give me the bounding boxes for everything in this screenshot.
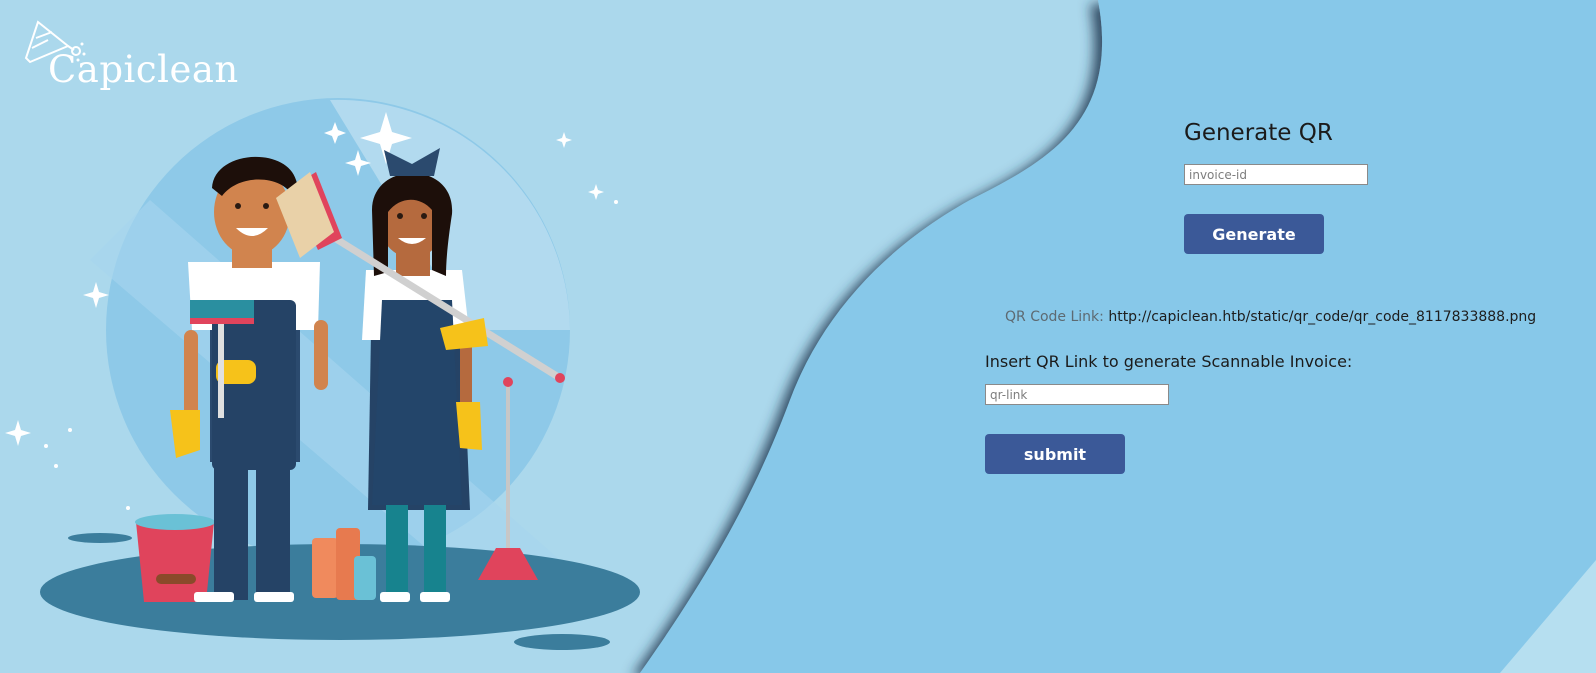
insert-qr-instruction: Insert QR Link to generate Scannable Inv… — [985, 352, 1353, 371]
cleaners-illustration — [5, 98, 640, 650]
submit-button[interactable]: submit — [985, 434, 1125, 474]
qr-code-link-value: http://capiclean.htb/static/qr_code/qr_c… — [1108, 309, 1537, 325]
qr-code-link-label: QR Code Link: — [1005, 309, 1104, 325]
generate-qr-title: Generate QR — [1184, 120, 1333, 146]
qr-code-link-row: QR Code Link: http://capiclean.htb/stati… — [1005, 309, 1536, 325]
brand-name: Capiclean — [48, 48, 239, 91]
invoice-id-input[interactable] — [1184, 164, 1368, 185]
qr-link-input[interactable] — [985, 384, 1169, 405]
generate-button[interactable]: Generate — [1184, 214, 1324, 254]
